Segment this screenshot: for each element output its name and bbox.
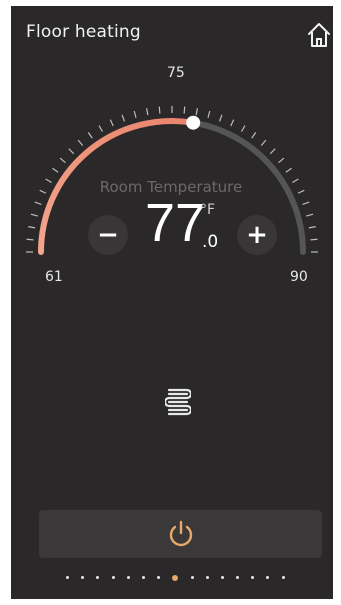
dial-tick [133,110,137,118]
page-dot[interactable] [66,576,69,579]
dial-tick [121,114,126,122]
dial-tick [218,114,223,122]
page-dot[interactable] [157,576,161,579]
dial-tick [183,106,186,114]
page-dot[interactable] [251,576,255,579]
page-dot[interactable] [205,576,209,579]
heating-coil-icon[interactable] [165,386,191,418]
dial-tick [39,189,47,194]
decrease-temperature-button[interactable]: − [88,215,128,255]
dial-tick [146,108,149,116]
power-icon [169,520,192,547]
page-dot[interactable] [141,576,145,579]
dial-tick [251,132,257,139]
dial-tick [310,238,318,241]
dial-tick [278,157,285,164]
dial-tick [297,189,305,194]
page-dot[interactable] [266,576,270,579]
dial-tick [207,110,211,118]
dial-tick [269,148,276,155]
dial-tick [292,178,299,184]
temperature-value: 77 [145,193,206,253]
dial-tick [26,238,34,241]
dial-tick [285,167,292,173]
page-dot-active[interactable] [172,574,179,581]
page-dot[interactable] [220,576,224,579]
dial-tick [98,125,104,132]
page-dot[interactable] [96,576,100,579]
page-indicator [66,574,297,581]
increase-temperature-button[interactable]: + [237,215,277,255]
dial-tick [158,106,161,114]
page-dot[interactable] [281,576,285,579]
dial-tick [308,226,316,229]
dial-tick [306,213,314,217]
dial-tick [195,108,198,116]
dial-tick [260,139,267,146]
dial-tick [240,125,246,132]
dial-max-label: 90 [290,269,308,285]
thermostat-screen: Floor heating 75 61 90 Room Temperature … [11,6,333,599]
dial-tick [30,213,38,217]
dial-tick [77,139,84,146]
dial-tick [52,167,59,173]
page-dot[interactable] [81,576,85,579]
page-dot[interactable] [236,576,240,579]
page-dot[interactable] [190,576,194,579]
dial-tick [45,178,52,184]
dial-tick [87,132,93,139]
dial-mid-label: 75 [167,65,185,81]
dial-tick [230,119,235,127]
power-button[interactable] [39,510,322,558]
temperature-unit: °F [200,202,216,218]
dial-tick [68,148,75,155]
dial-tick [59,157,66,164]
dial-tick [28,226,36,229]
dial-tick [34,201,42,206]
dial-tick [302,201,310,206]
dial-knob [186,115,201,130]
dial-min-label: 61 [45,269,63,285]
dial-tick [109,119,114,127]
page-dot[interactable] [111,576,115,579]
page-dot[interactable] [126,576,130,579]
temperature-decimal: .0 [202,232,219,252]
